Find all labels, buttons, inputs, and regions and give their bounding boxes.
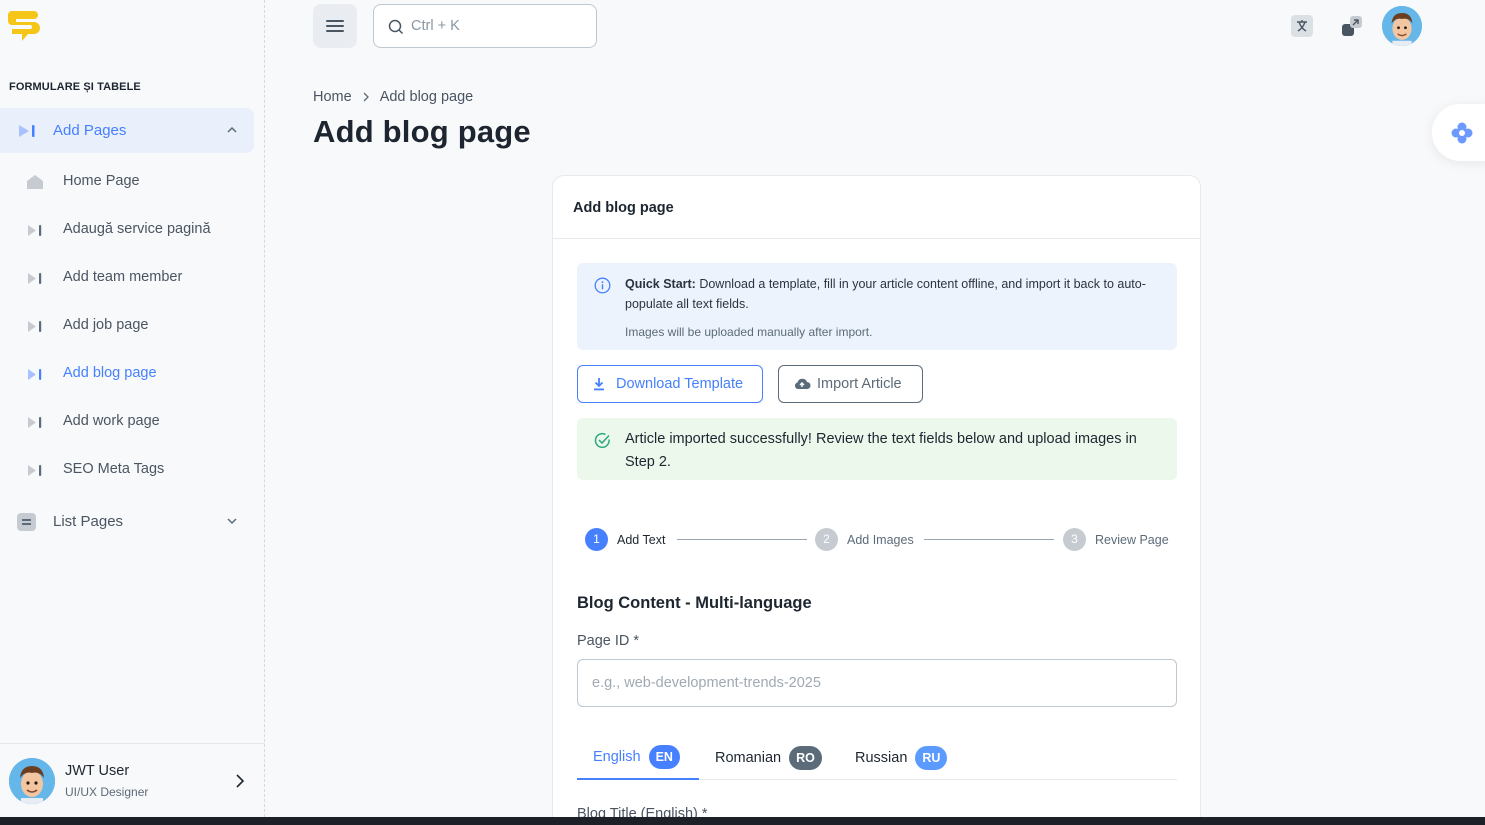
download-icon: [594, 378, 604, 391]
step-add-images[interactable]: 2 Add Images: [815, 528, 914, 551]
sidebar-section-label: FORMULARE ȘI TABELE: [9, 81, 141, 93]
import-article-label: Import Article: [817, 376, 902, 392]
play-bar-icon: [28, 465, 42, 476]
check-circle-icon: [594, 432, 610, 448]
language-button[interactable]: [1291, 15, 1313, 37]
chevron-up-icon: [227, 126, 237, 133]
tab-label: English: [593, 749, 641, 765]
list-icon: [17, 513, 36, 531]
sidebar-item-add-blog-page[interactable]: Add blog page: [0, 354, 254, 394]
play-bar-icon: [28, 225, 42, 236]
home-icon: [27, 175, 43, 189]
sidebar-item-label: SEO Meta Tags: [63, 461, 165, 477]
quick-start-bold: Quick Start:: [625, 277, 696, 291]
step-label: Add Text: [617, 532, 666, 547]
sidebar-item-label: Home Page: [63, 173, 140, 189]
language-badge: EN: [648, 745, 680, 769]
step-connector: [677, 539, 807, 540]
tab-russian[interactable]: Russian RU: [855, 736, 948, 780]
language-tabs: English EN Romanian RO Russian RU: [577, 736, 1177, 780]
search-input[interactable]: [411, 15, 591, 37]
sidebar-item-add-team-member[interactable]: Add team member: [0, 258, 254, 298]
logo-icon[interactable]: [8, 7, 40, 45]
tab-english[interactable]: English EN: [577, 736, 699, 780]
step-connector: [924, 539, 1054, 540]
step-number: 2: [815, 528, 838, 551]
page-id-label: Page ID *: [577, 633, 640, 649]
language-badge: RU: [915, 746, 948, 770]
sidebar-item-list-pages[interactable]: List Pages: [0, 500, 254, 544]
import-article-button[interactable]: Import Article: [778, 365, 923, 403]
language-badge: RO: [789, 746, 822, 770]
settings-customizer-button[interactable]: [1432, 104, 1485, 161]
tab-label: Russian: [855, 750, 908, 766]
sidebar-item-add-work-page[interactable]: Add work page: [0, 402, 254, 442]
sidebar: FORMULARE ȘI TABELE Add Pages Home Page …: [0, 0, 265, 817]
avatar: [9, 758, 55, 804]
sidebar-item-add-pages[interactable]: Add Pages: [0, 108, 254, 153]
breadcrumb-home[interactable]: Home: [313, 89, 352, 105]
import-success-text: Article imported successfully! Review th…: [625, 431, 1137, 470]
step-number: 1: [585, 528, 608, 551]
sidebar-item-add-job-page[interactable]: Add job page: [0, 306, 254, 346]
divider: [553, 238, 1200, 239]
import-success-alert: Article imported successfully! Review th…: [577, 418, 1177, 480]
step-label: Add Images: [847, 532, 914, 547]
tab-label: Romanian: [715, 750, 782, 766]
search-box[interactable]: [373, 4, 597, 48]
sidebar-item-label: Add work page: [63, 413, 160, 429]
quick-start-text: Quick Start: Download a template, fill i…: [625, 274, 1155, 314]
play-bar-icon: [19, 125, 35, 137]
sidebar-item-label: Add job page: [63, 317, 149, 333]
step-label: Review Page: [1095, 532, 1169, 547]
chevron-right-icon: [363, 92, 369, 102]
taskbar-strip: [0, 817, 1485, 825]
menu-toggle-button[interactable]: [313, 4, 357, 48]
user-name: JWT User: [65, 763, 130, 779]
sidebar-item-label: Add team member: [63, 269, 183, 285]
play-bar-icon: [28, 417, 42, 428]
play-bar-icon: [28, 369, 42, 380]
tab-romanian[interactable]: Romanian RO: [715, 736, 822, 780]
download-template-label: Download Template: [616, 376, 744, 392]
sidebar-item-label: List Pages: [53, 513, 124, 530]
step-add-text[interactable]: 1 Add Text: [585, 528, 665, 551]
sidebar-item-label: Adaugă service pagină: [63, 221, 211, 237]
fullscreen-button[interactable]: [1341, 15, 1363, 37]
step-number: 3: [1063, 528, 1086, 551]
breadcrumb: Home Add blog page: [313, 89, 473, 105]
settings-flower-icon: [1451, 122, 1473, 144]
download-template-button[interactable]: Download Template: [577, 365, 763, 403]
search-icon: [388, 19, 404, 35]
chevron-down-icon: [227, 518, 237, 525]
play-bar-icon: [28, 321, 42, 332]
sidebar-item-home-page[interactable]: Home Page: [0, 162, 254, 202]
sidebar-item-add-service[interactable]: Adaugă service pagină: [0, 210, 254, 250]
sidebar-item-label: Add Pages: [53, 122, 127, 139]
section-title: Blog Content - Multi-language: [577, 594, 812, 612]
translate-icon: [1297, 20, 1307, 32]
header-avatar[interactable]: [1382, 6, 1422, 46]
page-id-input[interactable]: [577, 659, 1177, 707]
quick-start-alert: Quick Start: Download a template, fill i…: [577, 263, 1177, 350]
user-role: UI/UX Designer: [65, 785, 149, 799]
cloud-upload-icon: [794, 378, 811, 389]
step-review-page[interactable]: 3 Review Page: [1063, 528, 1169, 551]
sidebar-item-label: Add blog page: [63, 365, 157, 381]
quick-start-note: Images will be uploaded manually after i…: [625, 325, 873, 339]
blog-form-card: Add blog page Quick Start: Download a te…: [552, 175, 1201, 825]
app-root: FORMULARE ȘI TABELE Add Pages Home Page …: [0, 0, 1485, 825]
sidebar-item-seo-meta-tags[interactable]: SEO Meta Tags: [0, 450, 254, 490]
breadcrumb-current: Add blog page: [379, 89, 474, 105]
page-title: Add blog page: [313, 114, 531, 149]
play-bar-icon: [28, 273, 42, 284]
chevron-right-icon: [236, 774, 245, 788]
quick-start-body: Download a template, fill in your articl…: [625, 277, 1146, 311]
user-profile[interactable]: JWT User UI/UX Designer: [0, 743, 265, 817]
fullscreen-icon: [1342, 16, 1362, 36]
info-icon: [594, 277, 611, 294]
card-title: Add blog page: [573, 200, 674, 216]
